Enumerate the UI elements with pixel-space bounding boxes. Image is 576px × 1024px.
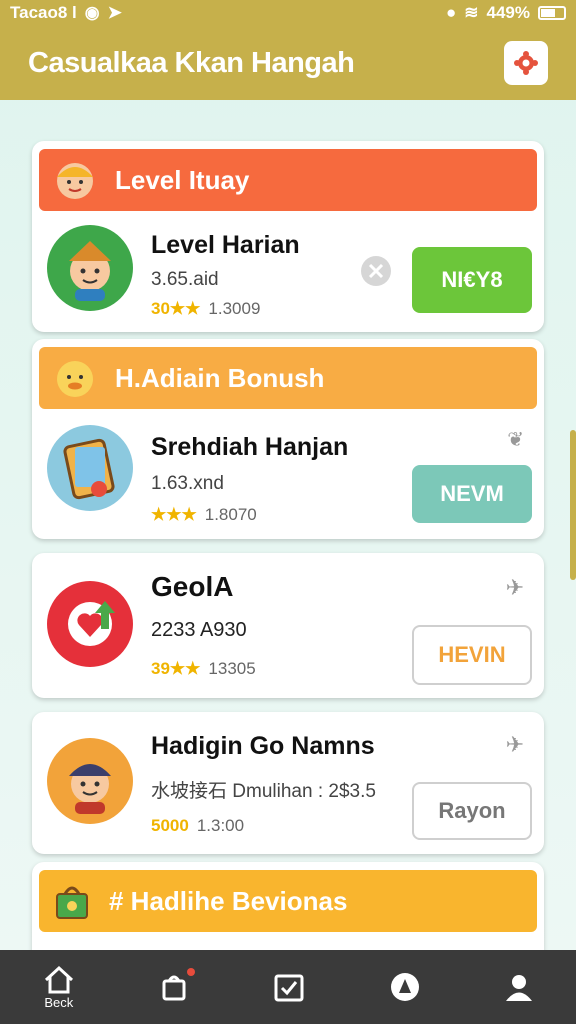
- list-item[interactable]: Srehdiah Hanjan 1.63.xnd ★★★ 1.8070 ❦ NEV…: [32, 409, 544, 539]
- kid-mascot-icon: [57, 163, 93, 199]
- scrollbar[interactable]: [570, 430, 576, 580]
- item-count: 1.3:00: [196, 816, 245, 835]
- avatar: [47, 425, 133, 511]
- battery-icon: [538, 6, 566, 20]
- checklist-icon: [274, 974, 304, 1002]
- status-bar: Tacao8 l ◉ ➤ ● ≋ 449%: [0, 0, 576, 26]
- signal-arrow-icon: ➤: [107, 3, 122, 22]
- avatar: [47, 225, 133, 311]
- star-icon: ★★: [169, 299, 201, 318]
- nav-back[interactable]: Beck: [42, 965, 76, 1010]
- action-button[interactable]: NI€Y8: [412, 247, 532, 313]
- close-icon[interactable]: [360, 255, 392, 287]
- card-level-daily: Level Ituay Level Harian 3.65.aid 30★★ 1.…: [32, 141, 544, 332]
- item-title: Level Harian: [151, 231, 300, 259]
- bottom-nav: Beck: [0, 950, 576, 1024]
- item-count: 13305: [208, 659, 256, 678]
- card-goal: GeolA 2233 A930 39★★ 13305 ✈ HEVIN: [32, 553, 544, 698]
- status-left-text: Tacao8 l: [10, 3, 77, 22]
- item-subtitle: 3.65.aid: [151, 269, 219, 290]
- runner-icon: ✈: [505, 575, 524, 600]
- boy-cap-avatar-icon: [69, 764, 111, 814]
- card-header-label: H.Adiain Bonush: [115, 362, 325, 393]
- boy-avatar-icon: [69, 241, 111, 301]
- flower-icon: [514, 51, 538, 75]
- star-icon: ★★: [169, 659, 201, 678]
- item-title: Hadigin Go Namns: [151, 732, 375, 760]
- action-button[interactable]: NEVM: [412, 465, 532, 523]
- notification-dot: [187, 968, 196, 976]
- card-names: Hadigin Go Namns 水坡接石 Dmulihan : 2$3.5 5…: [32, 712, 544, 854]
- nav-profile[interactable]: [504, 972, 534, 1002]
- shopping-bag-icon: [56, 886, 88, 919]
- points-value: 30: [151, 299, 170, 318]
- item-title: GeolA: [151, 571, 234, 602]
- bag-icon: [162, 975, 186, 1001]
- avatar: [47, 581, 133, 667]
- list-item[interactable]: Level Harian 3.65.aid 30★★ 1.3009 NI€Y8: [32, 211, 544, 331]
- nav-trophy[interactable]: [389, 971, 421, 1003]
- card-daily-bonus: H.Adiain Bonush Srehdiah Hanjan 1.63.xnd…: [32, 339, 544, 539]
- runner-icon: ✈: [505, 732, 524, 757]
- alarm-icon: ●: [445, 3, 457, 22]
- card-header: Level Ituay: [39, 149, 537, 211]
- home-icon: [44, 965, 73, 993]
- settings-button[interactable]: [504, 41, 548, 85]
- paw-icon: ❦: [507, 429, 524, 451]
- battery-percent: 449%: [486, 3, 530, 22]
- card-header: H.Adiain Bonush: [39, 347, 537, 409]
- item-points: 39★★ 13305: [151, 659, 256, 679]
- card-header-label: # Hadlihe Bevionas: [109, 885, 348, 916]
- item-title: Srehdiah Hanjan: [151, 433, 349, 461]
- avatar: [47, 738, 133, 824]
- user-icon: [506, 975, 533, 1001]
- item-count: 1.8070: [204, 505, 257, 524]
- item-subtitle: 2233 A930: [151, 619, 247, 641]
- item-points: 30★★ 1.3009: [151, 299, 260, 319]
- wifi-icon: ≋: [464, 3, 479, 22]
- page-title: Casualkaa Kkan Hangah: [28, 46, 355, 79]
- list-item[interactable]: GeolA 2233 A930 39★★ 13305 ✈ HEVIN: [32, 553, 544, 698]
- app-bar: Casualkaa Kkan Hangah: [0, 26, 576, 100]
- action-button[interactable]: Rayon: [412, 782, 532, 840]
- item-subtitle: 1.63.xnd: [151, 473, 224, 494]
- item-subtitle: 水坡接石 Dmulihan : 2$3.5: [151, 781, 376, 802]
- item-points: ★★★ 1.8070: [151, 505, 257, 525]
- star-icon: ★★★: [151, 505, 197, 524]
- heart-icon: [68, 601, 115, 646]
- card-bonus-list: # Hadlihe Bevionas: [32, 862, 544, 962]
- card-deck-icon: [63, 438, 115, 500]
- points-value: 39: [151, 659, 170, 678]
- card-header: # Hadlihe Bevionas: [39, 870, 537, 932]
- item-points: 5000 1.3:00: [151, 816, 244, 836]
- nav-back-label: Beck: [44, 994, 74, 1010]
- duck-mascot-icon: [57, 361, 93, 397]
- card-header-label: Level Ituay: [115, 164, 250, 195]
- nav-tasks[interactable]: [273, 972, 305, 1002]
- notification-icon: ◉: [84, 3, 100, 22]
- list-item[interactable]: Hadigin Go Namns 水坡接石 Dmulihan : 2$3.5 5…: [32, 712, 544, 854]
- trophy-icon: [390, 973, 419, 1001]
- item-count: 1.3009: [208, 299, 261, 318]
- action-button[interactable]: HEVIN: [412, 625, 532, 685]
- nav-bag[interactable]: [159, 968, 196, 1002]
- points-value: 5000: [151, 816, 189, 835]
